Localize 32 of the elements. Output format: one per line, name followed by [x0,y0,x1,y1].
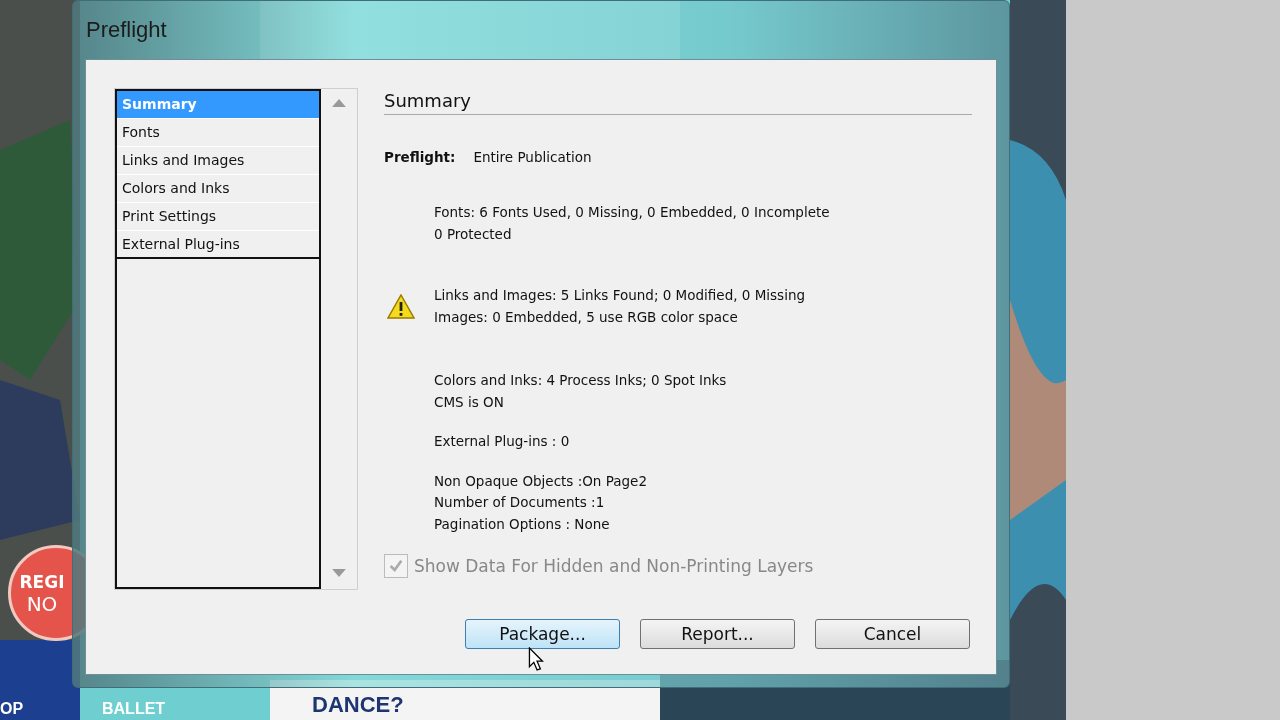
poster-text: BALLET [102,700,166,718]
summary-line: Colors and Inks: 4 Process Inks; 0 Spot Inks [434,371,727,390]
summary-line: Non Opaque Objects :On Page2 [434,471,647,491]
scroll-up-icon[interactable] [332,99,346,107]
sidebar-item[interactable]: Print Settings [117,203,319,231]
dialog-button[interactable]: Report... [640,619,795,649]
scroll-down-icon[interactable] [332,569,346,577]
dialog-button[interactable]: Cancel [815,619,970,649]
checkbox-label: Show Data For Hidden and Non-Printing Layers [414,556,814,576]
field-value: Entire Publication [473,149,592,165]
summary-line: Images: 0 Embedded, 5 use RGB color space [434,307,739,327]
cursor-icon [528,647,544,671]
summary-line: Pagination Options : None [434,514,611,534]
window-title: Preflight [85,16,168,44]
sidebar-item[interactable]: Fonts [117,119,319,147]
sidebar-item[interactable]: Colors and Inks [117,175,319,203]
checkmark-icon [388,558,404,574]
summary-line: Links and Images: 5 Links Found; 0 Modified, 0 Missing [434,286,806,305]
badge-text: REGI [19,571,65,593]
badge-text: NO [26,593,58,615]
dialog-button[interactable]: Package... [465,619,620,649]
summary-line: Number of Documents :1 [434,493,606,512]
summary-line: CMS is ON [434,392,505,412]
poster-text: OP [0,700,24,718]
summary-line: 0 Protected [434,224,513,244]
summary-line: External Plug-ins : 0 [434,432,570,451]
sidebar-item[interactable]: External Plug-ins [117,231,319,259]
field-label: Preflight: [384,149,456,165]
section-heading: Summary [384,88,972,115]
sidebar-item[interactable]: Links and Images [117,147,319,175]
summary-line: Fonts: 6 Fonts Used, 0 Missing, 0 Embedded, 0 Incomplete [434,203,830,222]
poster-headline: DANCE? [312,692,404,718]
